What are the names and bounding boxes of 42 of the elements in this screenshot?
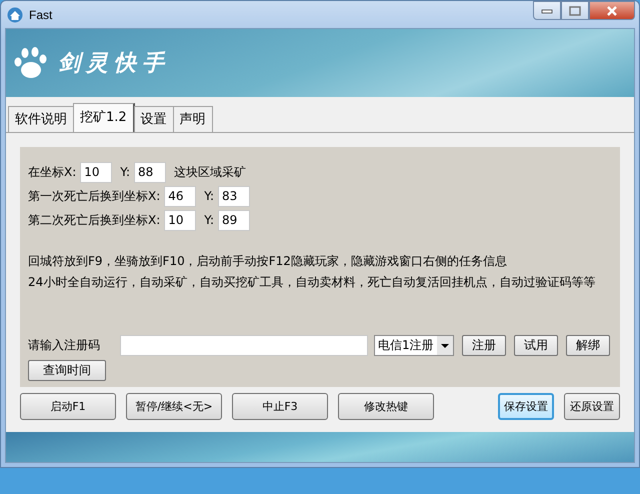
- server-dropdown[interactable]: 电信1注册: [374, 335, 454, 356]
- app-icon: [7, 6, 23, 22]
- input-field[interactable]: 10: [164, 210, 196, 230]
- info-text: 回城符放到F9，坐骑放到F10，启动前手动按F12隐藏玩家，隐藏游戏窗口右侧的任务信息: [28, 253, 508, 270]
- field-label: 第一次死亡后换到坐标X:: [28, 188, 160, 204]
- tab[interactable]: 软件说明: [8, 106, 74, 132]
- button[interactable]: 暂停/继续<无>: [126, 393, 222, 420]
- minimize-icon: [541, 8, 553, 14]
- tab[interactable]: 设置: [134, 106, 174, 132]
- button[interactable]: 修改热键: [338, 393, 434, 420]
- field-label: 在坐标X:: [28, 164, 76, 180]
- field-label: 请输入注册码: [28, 337, 101, 354]
- field-label: 第二次死亡后换到坐标X:: [28, 212, 160, 228]
- window-title: Fast: [29, 8, 54, 22]
- button[interactable]: 试用: [514, 335, 558, 356]
- close-icon: [606, 6, 618, 16]
- paw-icon: [12, 45, 48, 81]
- registration-code-field[interactable]: [120, 335, 368, 356]
- info-text: 24小时全自动运行，自动采矿，自动买挖矿工具，自动卖材料，死亡自动复活回挂机点，自动过验证码等等: [28, 274, 596, 291]
- field-label: Y:: [120, 165, 130, 179]
- button[interactable]: 解绑: [566, 335, 610, 356]
- button[interactable]: 还原设置: [564, 393, 620, 420]
- tab[interactable]: 挖矿1.2: [73, 103, 135, 132]
- button[interactable]: 注册: [462, 335, 506, 356]
- field-label: Y:: [204, 213, 214, 227]
- button[interactable]: 保存设置: [498, 393, 554, 420]
- input-field[interactable]: 10: [80, 162, 112, 182]
- input-field[interactable]: 83: [218, 186, 250, 206]
- field-label: 这块区域采矿: [174, 164, 246, 180]
- input-field[interactable]: 89: [218, 210, 250, 230]
- query-time-button[interactable]: 查询时间: [28, 360, 106, 381]
- input-field[interactable]: 88: [134, 162, 166, 182]
- button[interactable]: 启动F1: [20, 393, 116, 420]
- tab[interactable]: 声明: [172, 106, 213, 132]
- maximize-icon: [569, 6, 581, 16]
- close-button[interactable]: [589, 1, 635, 20]
- maximize-button[interactable]: [561, 1, 589, 20]
- input-field[interactable]: 46: [164, 186, 196, 206]
- field-label: Y:: [204, 189, 214, 203]
- button[interactable]: 中止F3: [232, 393, 328, 420]
- app-logo-title: 剑灵快手: [58, 49, 170, 78]
- minimize-button[interactable]: [533, 1, 561, 20]
